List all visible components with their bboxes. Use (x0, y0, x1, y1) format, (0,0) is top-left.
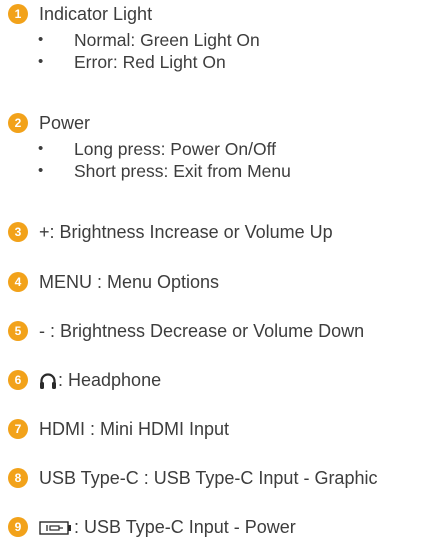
item-label: MENU : Menu Options (39, 272, 220, 292)
usb-power-icon (39, 521, 71, 535)
item-label: +: Brightness Increase or Volume Up (39, 222, 333, 242)
number-badge: 9 (8, 517, 28, 537)
sub-item: • Normal: Green Light On (0, 29, 438, 51)
bullet-icon: • (38, 31, 44, 48)
list-item-usb-graphic: 8 USB Type-C : USB Type-C Input - Graphi… (0, 466, 438, 490)
number-badge: 8 (8, 468, 28, 488)
item-label: : USB Type-C Input - Power (74, 517, 296, 537)
bullet-icon: • (38, 140, 44, 157)
list-item-headphone: 6 : Headphone (0, 368, 438, 392)
headphone-icon (40, 373, 56, 390)
number-badge: 2 (8, 113, 28, 133)
sub-item-label: Normal: Green Light On (74, 30, 260, 50)
list-item-hdmi: 7 HDMI : Mini HDMI Input (0, 417, 438, 441)
item-label-row: : Headphone (39, 368, 161, 392)
list-item-usb-power: 9 : USB Type-C Input - Power (0, 515, 438, 539)
sub-item: • Error: Red Light On (0, 51, 438, 73)
number-badge: 6 (8, 370, 28, 390)
number-badge: 3 (8, 222, 28, 242)
sub-item: • Long press: Power On/Off (0, 138, 438, 160)
bullet-icon: • (38, 53, 44, 70)
bullet-icon: • (38, 162, 44, 179)
item-label: HDMI : Mini HDMI Input (39, 419, 230, 439)
sub-item: • Short press: Exit from Menu (0, 160, 438, 182)
number-badge: 4 (8, 272, 28, 292)
list-item-plus: 3 +: Brightness Increase or Volume Up (0, 220, 438, 244)
list-item-indicator-light: 1 Indicator Light • Normal: Green Light … (0, 2, 438, 73)
sub-item-label: Long press: Power On/Off (74, 139, 277, 159)
item-label: - : Brightness Decrease or Volume Down (39, 321, 365, 341)
item-label: Indicator Light (39, 4, 153, 24)
sub-list: • Long press: Power On/Off • Short press… (0, 138, 438, 182)
item-label: : Headphone (58, 370, 162, 390)
number-badge: 1 (8, 4, 28, 24)
sub-list: • Normal: Green Light On • Error: Red Li… (0, 29, 438, 73)
number-badge: 5 (8, 321, 28, 341)
item-label: USB Type-C : USB Type-C Input - Graphic (39, 468, 378, 488)
list-item-power: 2 Power • Long press: Power On/Off • Sho… (0, 111, 438, 182)
number-badge: 7 (8, 419, 28, 439)
item-label: Power (39, 113, 91, 133)
list-item-minus: 5 - : Brightness Decrease or Volume Down (0, 319, 438, 343)
item-label-row: : USB Type-C Input - Power (39, 515, 296, 539)
sub-item-label: Error: Red Light On (74, 52, 226, 72)
list-item-menu: 4 MENU : Menu Options (0, 270, 438, 294)
sub-item-label: Short press: Exit from Menu (74, 161, 291, 181)
